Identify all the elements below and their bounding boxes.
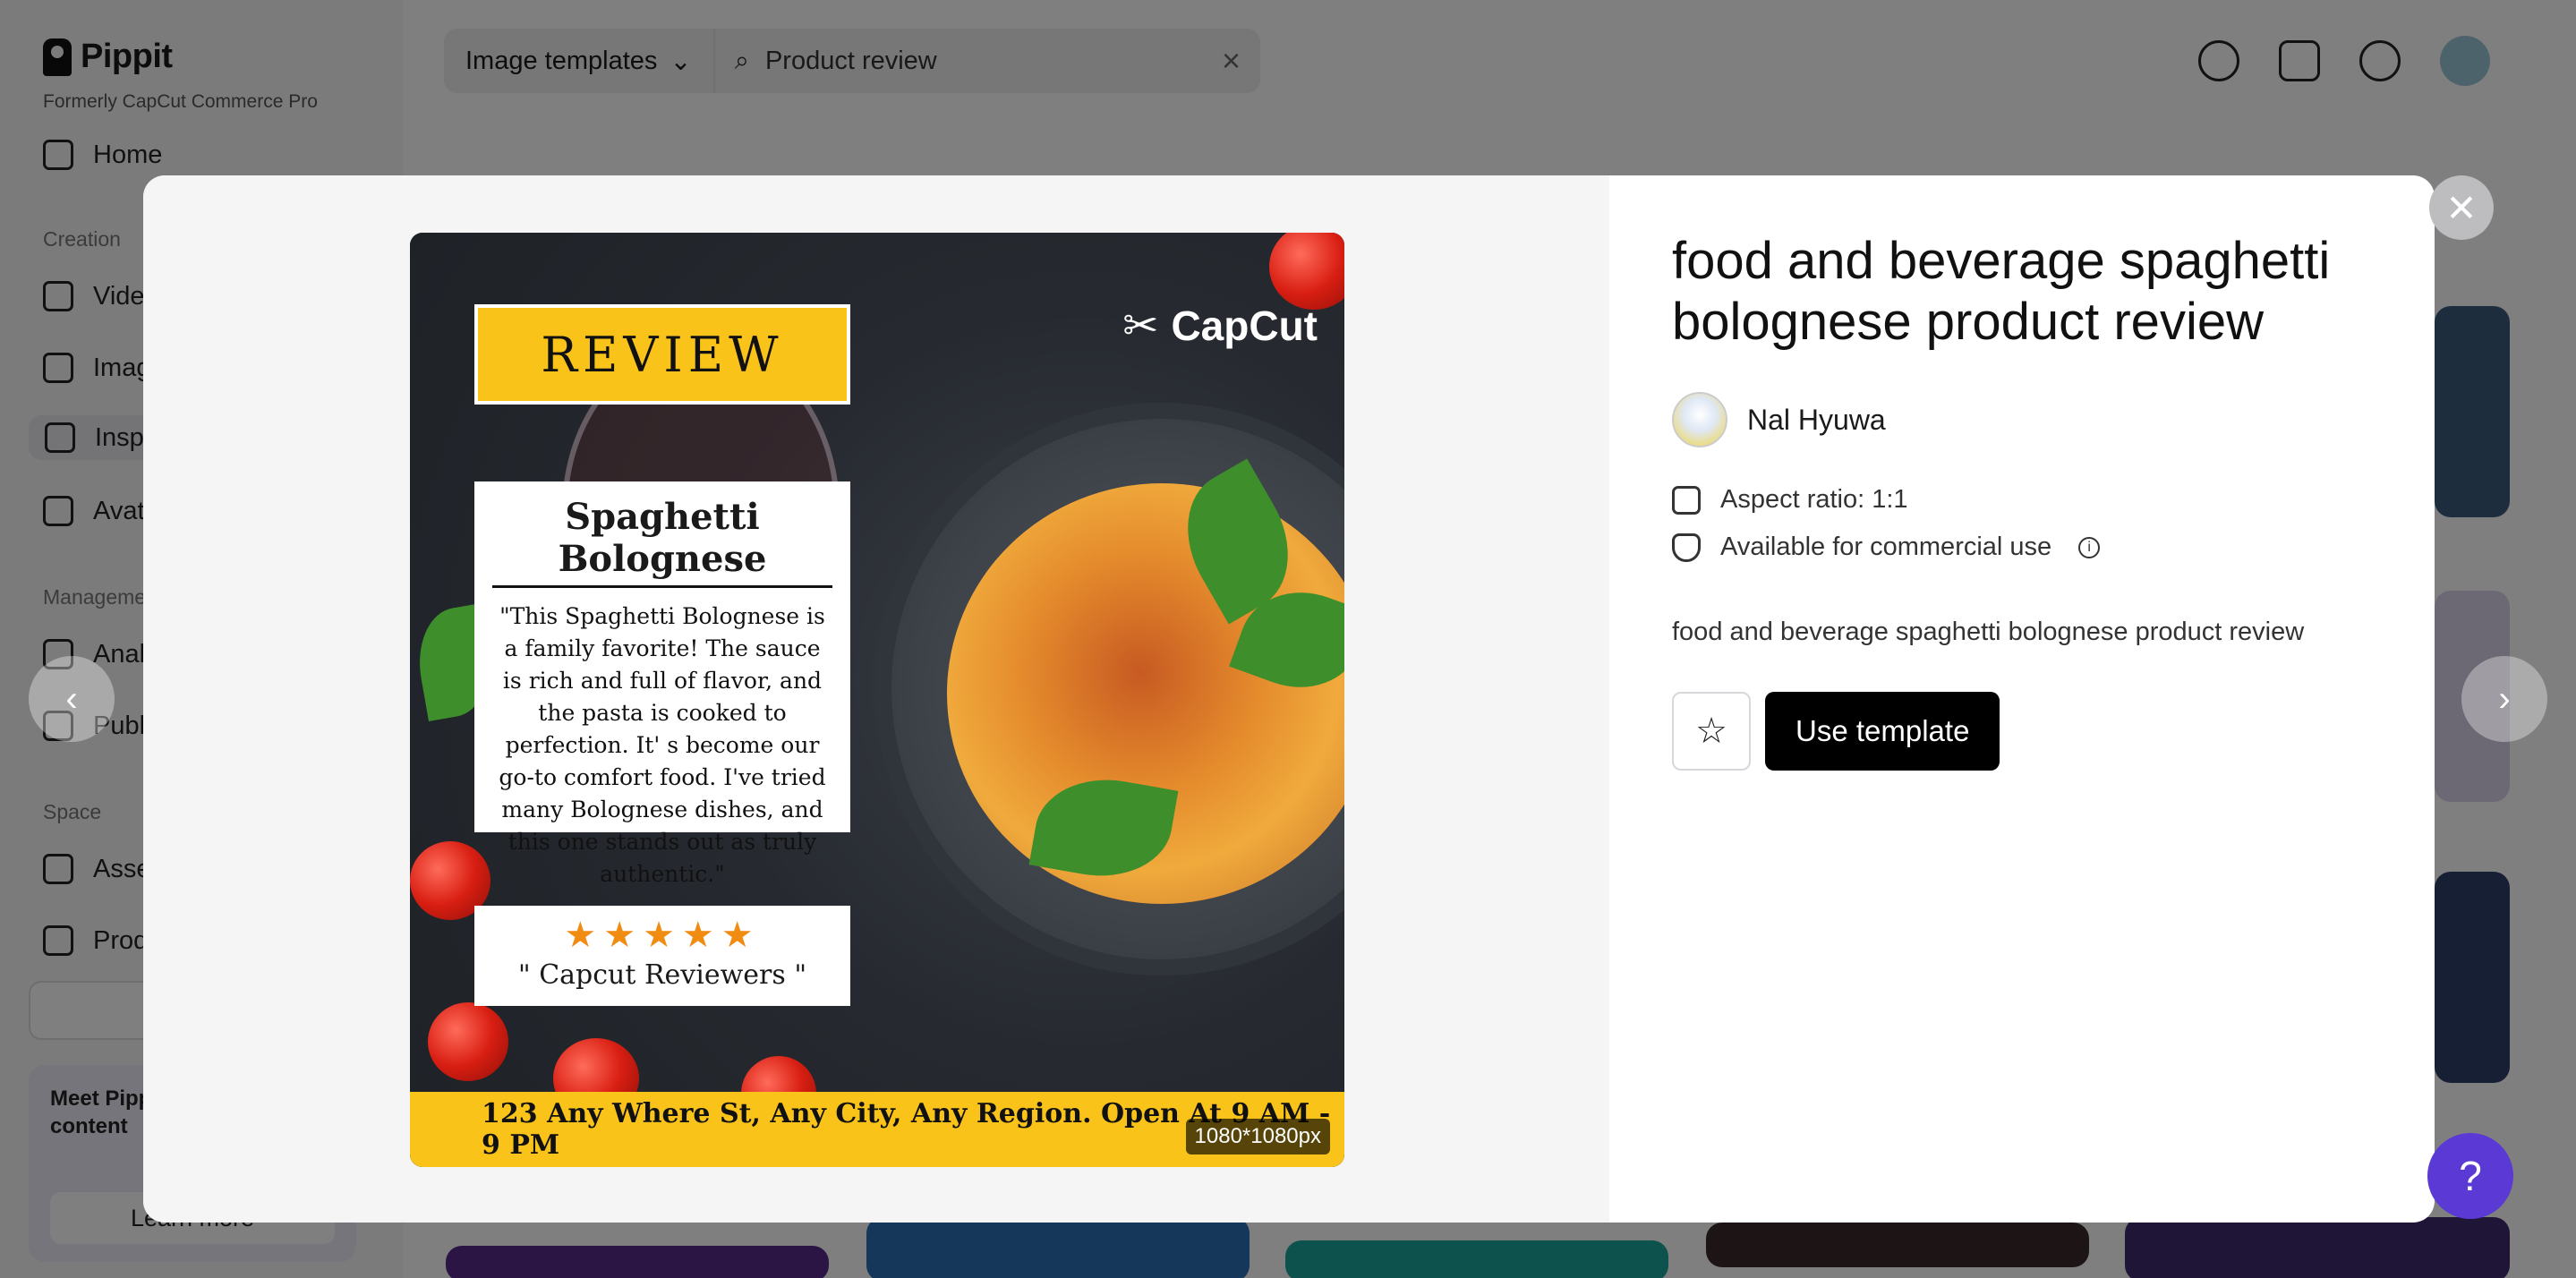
rating-stars: ★★★★★ [564,916,761,955]
review-quote-card: Spaghetti Bolognese "This Spaghetti Bolo… [474,481,850,887]
use-template-button[interactable]: Use template [1765,692,2000,771]
aspect-ratio-icon [1672,485,1701,515]
author-avatar [1672,392,1727,447]
help-button[interactable]: ? [2427,1133,2513,1219]
capcut-icon: ✂ [1122,302,1159,350]
template-description: food and beverage spaghetti bolognese pr… [1672,618,2305,646]
author-row[interactable]: Nal Hyuwa [1672,392,2372,447]
dimensions-badge: 1080*1080px [1185,1119,1330,1154]
star-outline-icon: ☆ [1695,711,1727,751]
favorite-button[interactable]: ☆ [1672,692,1751,771]
review-quote-text: "This Spaghetti Bolognese is a family fa… [499,603,826,887]
preview-pane: REVIEW ✂ CapCut Spaghetti Bolognese "Thi… [143,175,1609,1223]
template-actions: ☆ Use template [1672,692,2372,771]
help-icon: ? [2459,1153,2482,1199]
template-preview-image: REVIEW ✂ CapCut Spaghetti Bolognese "Thi… [410,233,1344,1167]
info-icon[interactable]: i [2078,536,2101,558]
template-meta: Aspect ratio: 1:1 Available for commerci… [1672,485,2372,562]
commercial-use-row: Available for commercial use i [1672,532,2372,562]
review-dish-title: Spaghetti Bolognese [492,496,832,588]
aspect-ratio-row: Aspect ratio: 1:1 [1672,485,2372,515]
review-banner: REVIEW [474,304,850,405]
rating-label: " Capcut Reviewers " [517,959,807,991]
previous-template-button[interactable]: ‹ [29,656,115,742]
details-pane: food and beverage spaghetti bolognese pr… [1609,175,2435,1223]
shield-check-icon [1672,532,1701,562]
template-detail-modal: REVIEW ✂ CapCut Spaghetti Bolognese "Thi… [143,175,2435,1223]
next-template-button[interactable]: › [2461,656,2547,742]
close-modal-button[interactable]: ✕ [2429,175,2494,240]
close-icon: ✕ [2445,186,2478,229]
capcut-logo: ✂ CapCut [1122,302,1318,350]
rating-card: ★★★★★ " Capcut Reviewers " [474,906,850,1006]
chevron-left-icon: ‹ [65,678,78,719]
author-name: Nal Hyuwa [1747,403,1886,436]
chevron-right-icon: › [2498,678,2511,719]
tomato-graphic [428,1002,508,1081]
template-title: food and beverage spaghetti bolognese pr… [1672,232,2331,351]
